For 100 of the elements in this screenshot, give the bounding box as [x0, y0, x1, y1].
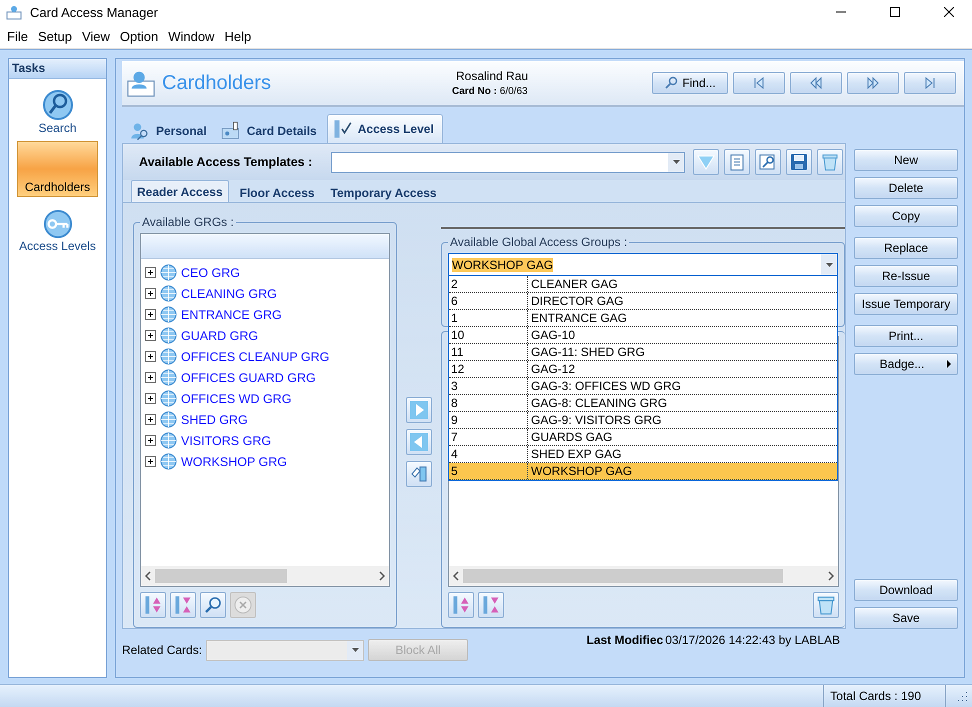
tasks-title: Tasks	[9, 59, 106, 79]
horizontal-scrollbar[interactable]	[141, 566, 389, 586]
menu-item[interactable]: Window	[163, 28, 220, 44]
card-number: Card No : 6/0/63	[452, 86, 528, 97]
scroll-right-icon[interactable]	[828, 571, 834, 581]
dropdown-option[interactable]: 10 GAG-10	[449, 327, 837, 344]
maximize-icon	[890, 7, 900, 17]
sort-descending-button[interactable]	[170, 592, 196, 618]
dropdown-option[interactable]: 11 GAG-11: SHED GRG	[449, 344, 837, 361]
search-template-button[interactable]	[755, 149, 781, 175]
task-item[interactable]: Search	[17, 83, 98, 137]
caret-icon	[947, 360, 951, 368]
expand-icon[interactable]	[145, 393, 156, 404]
tree-item[interactable]: OFFICES CLEANUP GRG	[181, 350, 330, 364]
related-cards-label: Related Cards:	[122, 643, 202, 657]
next-record-button[interactable]	[847, 72, 899, 94]
close-icon	[944, 7, 954, 17]
tab[interactable]: Card Details	[216, 119, 325, 143]
tree-item[interactable]: SHED GRG	[181, 412, 248, 426]
task-item[interactable]: Cardholders	[17, 141, 98, 197]
action-button[interactable]: Delete	[854, 177, 958, 199]
sort-ascending-button[interactable]	[448, 592, 474, 618]
dropdown-option[interactable]: 3 GAG-3: OFFICES WD GRG	[449, 378, 837, 395]
globe-card-icon	[160, 306, 177, 323]
globe-card-icon	[160, 432, 177, 449]
tree-item[interactable]: ENTRANCE GRG	[181, 308, 282, 322]
search-button[interactable]	[200, 592, 226, 618]
tree-item[interactable]: OFFICES GUARD GRG	[181, 370, 316, 384]
task-item[interactable]: Access Levels	[17, 201, 98, 255]
dropdown-option[interactable]: 8 GAG-8: CLEANING GRG	[449, 395, 837, 412]
dropdown-option[interactable]: 1 ENTRANCE GAG	[449, 310, 837, 327]
tree-item[interactable]: VISITORS GRG	[181, 434, 272, 448]
tree-item[interactable]: OFFICES WD GRG	[181, 392, 292, 406]
cards-button[interactable]	[406, 461, 432, 487]
tree-item[interactable]: GUARD GRG	[181, 328, 258, 342]
expand-icon[interactable]	[145, 414, 156, 425]
find-button[interactable]: Find...	[652, 72, 728, 94]
action-button[interactable]: Badge...	[854, 353, 958, 375]
dropdown-option[interactable]: 4 SHED EXP GAG	[449, 446, 837, 463]
delete-template-button[interactable]	[817, 149, 843, 175]
menu-item[interactable]: View	[76, 28, 115, 44]
globe-card-icon	[160, 285, 177, 302]
action-button[interactable]: Save	[854, 607, 958, 629]
dropdown-option[interactable]: 9 GAG-9: VISITORS GRG	[449, 412, 837, 429]
id-card-icon	[220, 121, 241, 141]
expand-icon[interactable]	[145, 309, 156, 320]
cards-icon	[410, 465, 428, 483]
horizontal-scrollbar[interactable]	[449, 566, 838, 586]
sub-tab[interactable]: Temporary Access	[326, 184, 442, 202]
search-icon	[203, 595, 223, 615]
sub-tab[interactable]: Reader Access	[131, 180, 229, 202]
dropdown-option[interactable]: 5 WORKSHOP GAG	[449, 463, 837, 480]
expand-icon[interactable]	[145, 372, 156, 383]
expand-icon[interactable]	[145, 330, 156, 341]
templates-dropdown[interactable]	[331, 152, 685, 172]
tab[interactable]: Personal	[126, 119, 215, 143]
expand-icon[interactable]	[145, 456, 156, 467]
previous-record-button[interactable]	[790, 72, 842, 94]
save-template-button[interactable]	[786, 149, 812, 175]
notes-button[interactable]	[724, 149, 750, 175]
dropdown-option[interactable]: 6 DIRECTOR GAG	[449, 293, 837, 310]
action-button[interactable]: Download	[854, 579, 958, 601]
globe-card-icon	[160, 348, 177, 365]
expand-icon[interactable]	[145, 267, 156, 278]
menu-item[interactable]: File	[2, 28, 33, 44]
action-button[interactable]: Print...	[854, 325, 958, 347]
action-button[interactable]: Re-Issue	[854, 265, 958, 287]
menu-item[interactable]: Help	[219, 28, 256, 44]
sub-tab[interactable]: Floor Access	[234, 184, 320, 202]
gag-dropdown[interactable]: WORKSHOP GAG	[448, 253, 838, 276]
delete-button[interactable]	[813, 592, 839, 618]
search-icon	[42, 89, 74, 121]
tree-item[interactable]: WORKSHOP GRG	[181, 454, 288, 468]
menu-item[interactable]: Option	[114, 28, 164, 44]
scroll-right-icon[interactable]	[379, 571, 385, 581]
tree-item[interactable]: CLEANING GRG	[181, 286, 277, 300]
down-triangle-icon	[697, 153, 715, 171]
menu-item[interactable]: Setup	[32, 28, 77, 44]
scroll-left-icon[interactable]	[145, 571, 151, 581]
action-button[interactable]: Issue Temporary	[854, 293, 958, 315]
last-record-button[interactable]	[904, 72, 956, 94]
dropdown-option[interactable]: 2 CLEANER GAG	[449, 276, 837, 293]
sort-ascending-button[interactable]	[140, 592, 166, 618]
dropdown-arrow-icon	[826, 262, 832, 266]
expand-icon[interactable]	[145, 435, 156, 446]
next-record-icon	[865, 75, 881, 91]
first-record-button[interactable]	[733, 72, 785, 94]
action-button[interactable]: Replace	[854, 237, 958, 259]
scroll-left-icon[interactable]	[453, 571, 459, 581]
action-button[interactable]: Copy	[854, 205, 958, 227]
tree-item[interactable]: CEO GRG	[181, 266, 240, 280]
expand-icon[interactable]	[145, 288, 156, 299]
cross-circle-icon	[233, 595, 253, 615]
action-button[interactable]: New	[854, 149, 958, 171]
dropdown-option[interactable]: 7 GUARDS GAG	[449, 429, 837, 446]
sort-icon	[451, 595, 471, 615]
tab[interactable]: Access Level	[326, 114, 443, 143]
dropdown-option[interactable]: 12 GAG-12	[449, 361, 837, 378]
sort-descending-button[interactable]	[478, 592, 504, 618]
expand-icon[interactable]	[145, 351, 156, 362]
